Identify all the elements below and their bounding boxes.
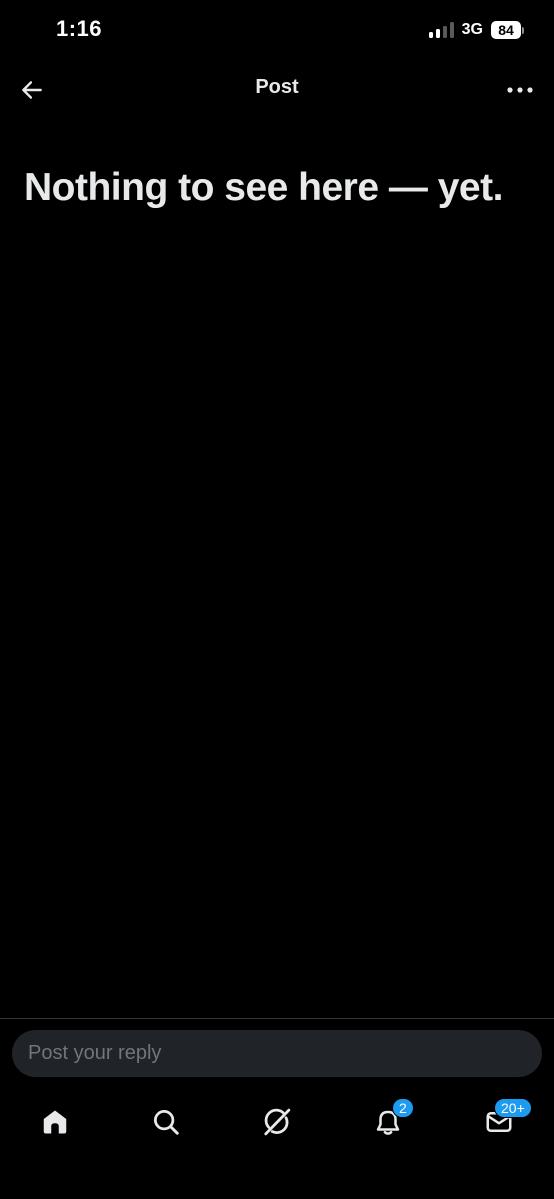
page-title: Post [255,76,299,98]
more-horizontal-icon [507,87,533,93]
battery-level: 84 [491,21,521,39]
nav-messages-button[interactable]: 20+ [477,1098,532,1144]
bottom-navigation: 2 20+ [0,1088,554,1154]
notifications-badge: 2 [392,1098,414,1118]
status-indicators: 3G 84 [428,19,524,41]
network-type: 3G [461,21,483,38]
nav-home-button[interactable] [33,1100,77,1144]
nav-search-button[interactable] [144,1100,188,1144]
search-icon [154,1110,179,1135]
battery-icon: 84 [491,21,524,39]
grok-icon [264,1108,291,1136]
reply-divider [0,1018,554,1019]
nav-grok-button[interactable] [255,1100,299,1144]
reply-input[interactable] [12,1030,542,1077]
home-icon [43,1110,67,1134]
empty-state-title: Nothing to see here — yet. [24,166,503,209]
status-bar: 1:16 3G 84 [0,0,554,60]
header: Post [0,60,554,118]
nav-notifications-button[interactable]: 2 [366,1098,414,1144]
status-time: 1:16 [56,16,103,41]
signal-strength-icon [428,22,454,38]
messages-badge: 20+ [494,1098,532,1118]
more-options-button[interactable] [502,72,538,108]
